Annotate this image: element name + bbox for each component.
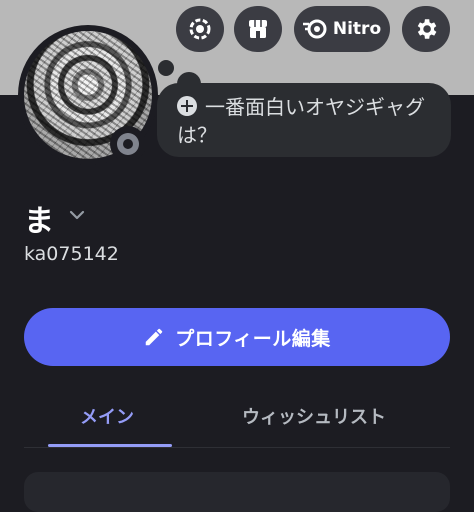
nitro-label: Nitro <box>332 19 382 39</box>
add-status-icon <box>177 96 197 116</box>
tab-divider <box>24 447 450 448</box>
edit-profile-button[interactable]: プロフィール編集 <box>24 308 450 366</box>
nitro-button[interactable]: Nitro <box>294 6 390 52</box>
settings-button[interactable] <box>402 6 450 52</box>
pencil-icon <box>145 328 163 346</box>
settings-icon <box>417 19 437 39</box>
quests-button[interactable] <box>176 6 224 52</box>
tab-wishlist[interactable]: ウィッシュリスト <box>242 403 386 429</box>
username: ka075142 <box>24 243 119 265</box>
nitro-icon <box>302 19 327 39</box>
display-name[interactable]: ま <box>24 196 54 240</box>
custom-status-bubble[interactable]: 一番面白いオヤジギャグは？ <box>157 83 451 157</box>
status-indicator <box>110 126 146 162</box>
offline-status-icon <box>117 133 139 155</box>
tab-main[interactable]: メイン <box>80 403 134 429</box>
edit-profile-label: プロフィール編集 <box>175 327 331 350</box>
status-prompt-text: 一番面白いオヤジギャグは？ <box>177 95 425 147</box>
shop-button[interactable] <box>234 6 282 52</box>
quests-icon <box>189 18 211 40</box>
chevron-down-icon[interactable] <box>68 206 86 224</box>
shop-icon <box>249 20 267 38</box>
bubble-tail-small <box>158 60 174 76</box>
content-card <box>24 472 450 512</box>
